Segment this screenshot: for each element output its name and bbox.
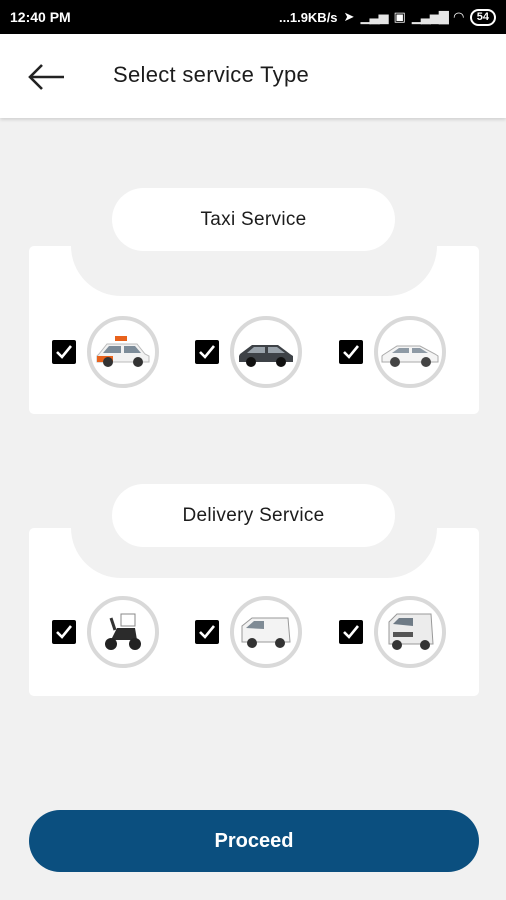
sedan-checkbox[interactable] xyxy=(195,340,219,364)
check-icon xyxy=(343,345,360,359)
signal-weak-icon: ▁▃▅ xyxy=(360,9,388,24)
taxi-vehicle-row xyxy=(29,316,479,388)
battery-icon: 54 xyxy=(469,8,496,26)
sedan-image[interactable] xyxy=(230,316,302,388)
vehicle-option xyxy=(172,316,302,388)
page-title: Select service Type xyxy=(113,62,310,87)
luxury-car-image[interactable] xyxy=(374,316,446,388)
small-van-image[interactable] xyxy=(230,596,302,668)
small-van-checkbox[interactable] xyxy=(195,620,219,644)
taxi-image[interactable] xyxy=(87,316,159,388)
scooter-checkbox[interactable] xyxy=(52,620,76,644)
back-arrow-icon xyxy=(28,64,64,90)
vehicle-option xyxy=(316,316,446,388)
check-icon xyxy=(56,625,73,639)
luxury-car-icon xyxy=(381,345,439,367)
scooter-icon xyxy=(105,613,141,650)
taxi-service-title: Taxi Service xyxy=(112,188,395,251)
small-van-icon xyxy=(241,617,291,648)
scooter-image[interactable] xyxy=(87,596,159,668)
location-icon: ➤ xyxy=(343,9,355,24)
delivery-service-section: Delivery Service xyxy=(29,484,479,696)
vehicle-option xyxy=(316,596,446,668)
app-bar: Select service Type xyxy=(0,34,506,118)
back-button[interactable] xyxy=(24,62,68,92)
check-icon xyxy=(199,625,216,639)
taxi-car-icon xyxy=(96,336,150,367)
taxi-checkbox[interactable] xyxy=(52,340,76,364)
check-icon xyxy=(56,345,73,359)
proceed-button[interactable]: Proceed xyxy=(29,810,479,872)
sim-icon: ▣ xyxy=(393,9,406,24)
status-icons: ...1.9KB/s ➤ ▁▃▅ ▣ ▁▃▅▇ ◠ 54 xyxy=(279,8,496,26)
cargo-van-icon xyxy=(388,613,434,650)
luxury-checkbox[interactable] xyxy=(339,340,363,364)
check-icon xyxy=(199,345,216,359)
signal-icon: ▁▃▅▇ xyxy=(411,9,449,24)
cargo-van-image[interactable] xyxy=(374,596,446,668)
vehicle-option xyxy=(29,596,159,668)
vehicle-option xyxy=(29,316,159,388)
delivery-vehicle-row xyxy=(29,596,479,668)
network-speed: ...1.9KB/s xyxy=(279,9,338,25)
status-bar: 12:40 PM ...1.9KB/s ➤ ▁▃▅ ▣ ▁▃▅▇ ◠ 54 xyxy=(0,0,506,34)
cargo-van-checkbox[interactable] xyxy=(339,620,363,644)
wifi-icon: ◠ xyxy=(453,9,464,24)
taxi-service-section: Taxi Service xyxy=(29,188,479,414)
section-notch xyxy=(71,246,437,296)
status-time: 12:40 PM xyxy=(10,9,71,25)
sedan-car-icon xyxy=(239,345,293,367)
delivery-service-title: Delivery Service xyxy=(112,484,395,547)
vehicle-option xyxy=(172,596,302,668)
check-icon xyxy=(343,625,360,639)
